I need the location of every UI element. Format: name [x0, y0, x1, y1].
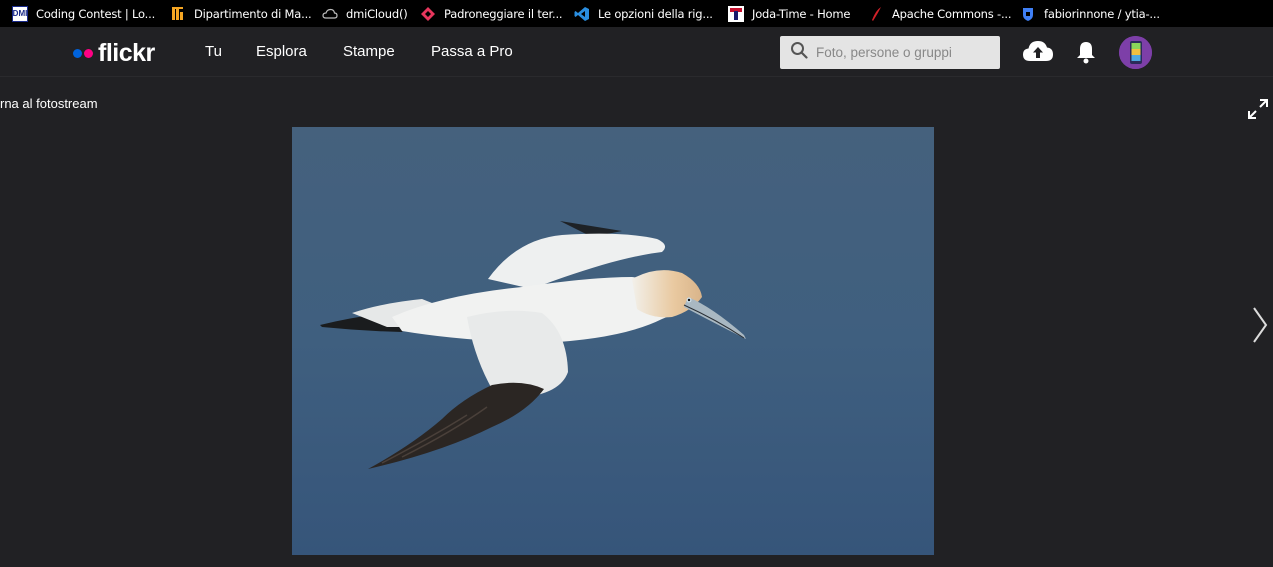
search-input[interactable]: [816, 45, 986, 60]
upload-icon[interactable]: [1022, 39, 1054, 63]
nav-link-esplora[interactable]: Esplora: [256, 43, 307, 60]
logo-text: flickr: [98, 39, 155, 67]
back-to-photostream-link[interactable]: rna al fotostream: [0, 96, 98, 111]
nav-link-passa-a-pro[interactable]: Passa a Pro: [431, 43, 513, 60]
search-icon: [790, 41, 808, 64]
bookmark-opzioni[interactable]: Le opzioni della rig...: [574, 0, 728, 27]
bookmarks-bar: DMI Coding Contest | Lo... Dipartimento …: [0, 0, 1273, 27]
bell-icon[interactable]: [1075, 40, 1097, 64]
diamond-icon: [420, 6, 436, 22]
logo-blue-dot: [73, 49, 82, 58]
bookmark-joda-time[interactable]: Joda-Time - Home: [728, 0, 868, 27]
bookmark-coding-contest[interactable]: DMI Coding Contest | Lo...: [12, 0, 170, 27]
next-photo-arrow[interactable]: [1250, 306, 1268, 349]
search-box[interactable]: [780, 36, 1000, 69]
logo-pink-dot: [84, 49, 93, 58]
bookmark-apache-commons[interactable]: Apache Commons -...: [868, 0, 1020, 27]
bookmark-padroneggiare[interactable]: Padroneggiare il ter...: [420, 0, 574, 27]
avatar[interactable]: [1119, 36, 1152, 69]
cloud-icon: [322, 6, 338, 22]
nav-link-stampe[interactable]: Stampe: [343, 43, 395, 60]
joda-icon: [728, 5, 744, 22]
main-photo[interactable]: [292, 127, 934, 555]
feather-icon: [868, 6, 884, 22]
bookmark-dipartimento[interactable]: Dipartimento di Ma...: [170, 0, 322, 27]
unict-icon: [170, 6, 186, 22]
dmi-icon: DMI: [12, 5, 28, 22]
fullscreen-icon[interactable]: [1247, 98, 1269, 125]
shield-icon: [1020, 6, 1036, 22]
nav-link-tu[interactable]: Tu: [205, 43, 222, 60]
bookmark-dmicloud[interactable]: dmiCloud(): [322, 0, 420, 27]
vscode-icon: [574, 6, 590, 22]
flickr-logo[interactable]: flickr: [73, 39, 155, 68]
bookmark-fabiorinnone[interactable]: fabiorinnone / ytia-...: [1020, 0, 1170, 27]
flickr-navbar: flickr Tu Esplora Stampe Passa a Pro: [0, 27, 1273, 77]
